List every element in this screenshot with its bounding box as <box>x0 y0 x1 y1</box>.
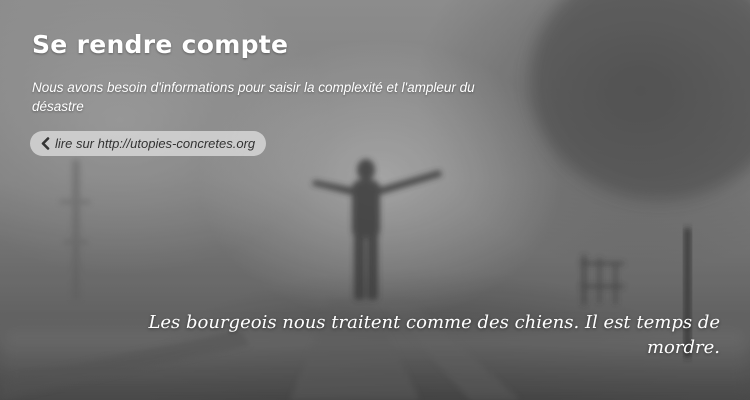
read-source-link[interactable]: lire sur http://utopies-concretes.org <box>30 131 267 156</box>
hero-banner: Se rendre compte Nous avons besoin d'inf… <box>0 0 750 400</box>
quote-text: Les bourgeois nous traitent comme des ch… <box>148 312 720 358</box>
page-title: Se rendre compte <box>32 30 289 59</box>
read-source-link-label: lire sur http://utopies-concretes.org <box>55 136 256 151</box>
content-overlay: Se rendre compte Nous avons besoin d'inf… <box>0 0 750 400</box>
page-subtitle: Nous avons besoin d'informations pour sa… <box>32 80 475 114</box>
chevron-left-icon <box>40 137 51 151</box>
